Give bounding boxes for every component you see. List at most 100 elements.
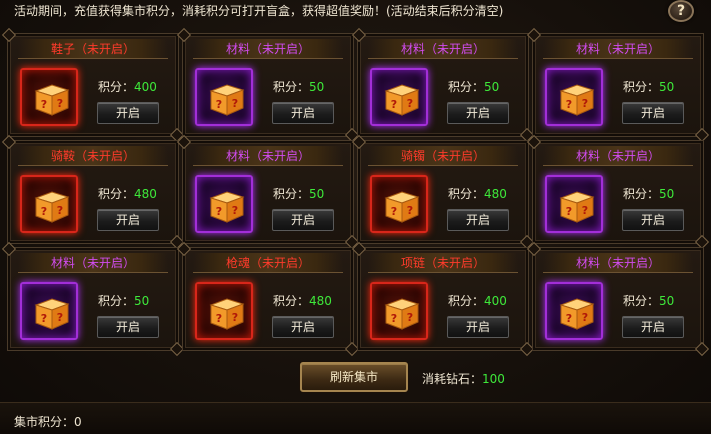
box-score: 积分：50 — [273, 78, 324, 95]
box-score-label: 积分： — [273, 187, 310, 201]
box-card: 材料（未开启）?? 积分：50 开启 — [532, 33, 704, 137]
svg-text:?: ? — [232, 97, 238, 110]
box-score-value: 50 — [309, 187, 325, 201]
mystery-box-icon: ?? — [384, 191, 420, 223]
box-score: 积分：50 — [273, 185, 324, 202]
mystery-box-icon: ?? — [384, 298, 420, 330]
market-score-label: 集市积分： — [14, 415, 75, 429]
box-slot[interactable]: ?? — [545, 175, 603, 233]
box-card-title: 骑鞍（未开启） — [18, 146, 168, 166]
svg-text:?: ? — [582, 311, 588, 324]
box-score-label: 积分： — [623, 294, 660, 308]
box-slot[interactable]: ?? — [195, 175, 253, 233]
svg-text:?: ? — [407, 311, 413, 324]
mystery-box-icon: ?? — [559, 84, 595, 116]
svg-text:?: ? — [232, 311, 238, 324]
box-score-label: 积分： — [448, 294, 485, 308]
box-slot[interactable]: ?? — [545, 68, 603, 126]
box-card-title: 材料（未开启） — [193, 146, 343, 166]
svg-text:?: ? — [582, 97, 588, 110]
open-box-button[interactable]: 开启 — [97, 209, 159, 231]
open-box-button[interactable]: 开启 — [622, 209, 684, 231]
box-score-label: 积分： — [98, 294, 135, 308]
box-slot[interactable]: ?? — [20, 175, 78, 233]
svg-text:?: ? — [216, 205, 222, 218]
svg-text:?: ? — [391, 205, 397, 218]
box-score-value: 50 — [659, 80, 675, 94]
mystery-box-icon: ?? — [384, 84, 420, 116]
svg-text:?: ? — [57, 311, 63, 324]
box-score-value: 480 — [134, 187, 157, 201]
svg-text:?: ? — [566, 98, 572, 111]
mystery-box-icon: ?? — [559, 298, 595, 330]
mystery-box-icon: ?? — [209, 298, 245, 330]
open-box-button[interactable]: 开启 — [272, 102, 334, 124]
box-score: 积分：50 — [448, 78, 499, 95]
box-slot[interactable]: ?? — [370, 282, 428, 340]
open-box-button[interactable]: 开启 — [272, 316, 334, 338]
box-card-title: 材料（未开启） — [193, 39, 343, 59]
open-box-button[interactable]: 开启 — [622, 102, 684, 124]
box-score-value: 50 — [134, 294, 150, 308]
box-slot[interactable]: ?? — [545, 282, 603, 340]
open-box-button[interactable]: 开启 — [622, 316, 684, 338]
box-card-title: 鞋子（未开启） — [18, 39, 168, 59]
mystery-box-icon: ?? — [34, 191, 70, 223]
help-icon[interactable]: ? — [668, 0, 694, 22]
box-slot[interactable]: ?? — [20, 282, 78, 340]
box-card: 骑鞍（未开启）?? 积分：480 开启 — [7, 140, 179, 244]
box-card: 材料（未开启）?? 积分：50 开启 — [182, 33, 354, 137]
box-score: 积分：400 — [448, 292, 507, 309]
svg-text:?: ? — [391, 312, 397, 325]
box-card-title: 材料（未开启） — [18, 253, 168, 273]
mystery-box-icon: ?? — [34, 84, 70, 116]
box-score-label: 积分： — [623, 80, 660, 94]
refresh-market-button[interactable]: 刷新集市 — [300, 362, 408, 392]
box-grid: 鞋子（未开启）?? 积分：400 开启 材料（未开启）?? 积分：50 开启 材料（未开启）… — [7, 33, 704, 351]
market-score: 集市积分：0 — [14, 413, 82, 430]
open-box-button[interactable]: 开启 — [97, 316, 159, 338]
open-box-button[interactable]: 开启 — [272, 209, 334, 231]
box-slot[interactable]: ?? — [20, 68, 78, 126]
svg-text:?: ? — [407, 97, 413, 110]
mystery-box-icon: ?? — [34, 298, 70, 330]
box-card: 材料（未开启）?? 积分：50 开启 — [7, 247, 179, 351]
open-box-button[interactable]: 开启 — [447, 316, 509, 338]
box-score-label: 积分： — [448, 187, 485, 201]
box-score: 积分：400 — [98, 78, 157, 95]
svg-text:?: ? — [216, 98, 222, 111]
open-box-button[interactable]: 开启 — [97, 102, 159, 124]
svg-text:?: ? — [41, 205, 47, 218]
refresh-cost: 消耗钻石：100 — [422, 370, 505, 387]
box-slot[interactable]: ?? — [370, 175, 428, 233]
box-card-title: 枪魂（未开启） — [193, 253, 343, 273]
mystery-box-icon: ?? — [209, 84, 245, 116]
box-slot[interactable]: ?? — [370, 68, 428, 126]
box-score: 积分：50 — [623, 292, 674, 309]
box-score-value: 480 — [484, 187, 507, 201]
open-box-button[interactable]: 开启 — [447, 209, 509, 231]
box-card: 材料（未开启）?? 积分：50 开启 — [357, 33, 529, 137]
box-score: 积分：480 — [448, 185, 507, 202]
box-card: 骑镯（未开启）?? 积分：480 开启 — [357, 140, 529, 244]
box-score: 积分：480 — [273, 292, 332, 309]
box-card: 项链（未开启）?? 积分：400 开启 — [357, 247, 529, 351]
box-score-value: 400 — [134, 80, 157, 94]
box-score-label: 积分： — [98, 80, 135, 94]
box-card-title: 材料（未开启） — [543, 253, 693, 273]
open-box-button[interactable]: 开启 — [447, 102, 509, 124]
svg-text:?: ? — [41, 312, 47, 325]
box-card: 枪魂（未开启）?? 积分：480 开启 — [182, 247, 354, 351]
box-score-label: 积分： — [98, 187, 135, 201]
svg-text:?: ? — [407, 204, 413, 217]
box-score-label: 积分： — [448, 80, 485, 94]
svg-text:?: ? — [391, 98, 397, 111]
box-card-title: 材料（未开启） — [543, 146, 693, 166]
refresh-cost-label: 消耗钻石： — [422, 372, 483, 386]
blind-box-market-panel: 活动期间，充值获得集市积分，消耗积分可打开盲盒，获得超值奖励！(活动结束后积分清… — [0, 0, 711, 434]
market-score-value: 0 — [74, 415, 82, 429]
box-slot[interactable]: ?? — [195, 282, 253, 340]
box-card: 材料（未开启）?? 积分：50 开启 — [532, 247, 704, 351]
box-score-label: 积分： — [623, 187, 660, 201]
box-slot[interactable]: ?? — [195, 68, 253, 126]
